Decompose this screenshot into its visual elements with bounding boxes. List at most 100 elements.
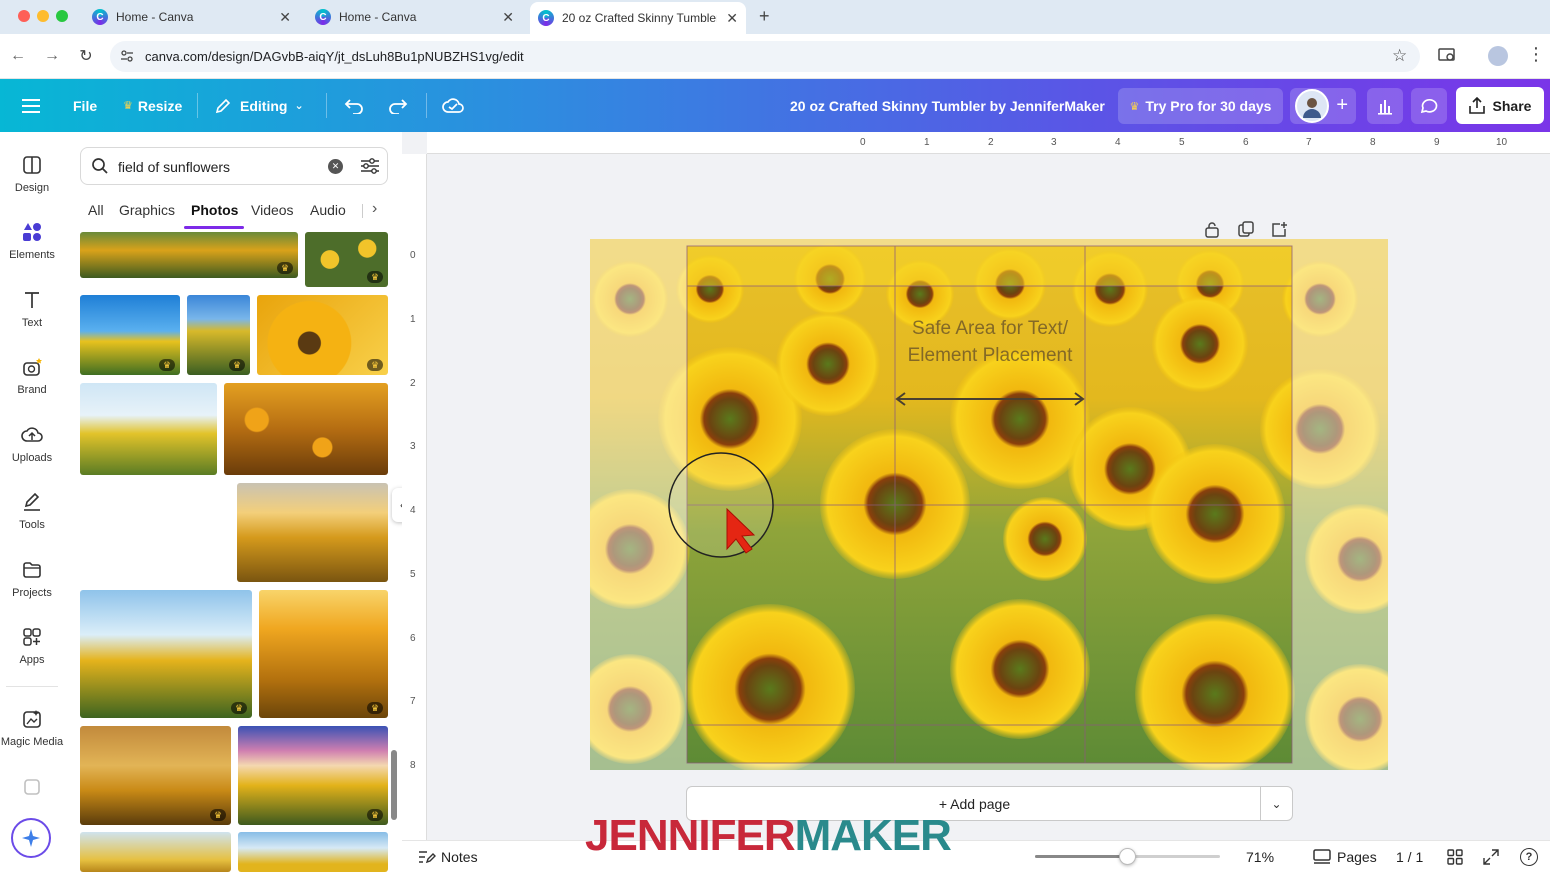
rail-item-label: Uploads	[11, 452, 53, 464]
pencil-icon	[214, 97, 232, 115]
photo-thumbnail[interactable]	[238, 832, 388, 872]
rail-item-label: Apps	[19, 654, 45, 666]
zoom-level[interactable]: 71%	[1246, 849, 1274, 865]
site-info-icon[interactable]	[120, 49, 134, 63]
ruler-tick: 9	[1434, 137, 1440, 148]
tab-all[interactable]: All	[88, 202, 104, 218]
redo-icon[interactable]	[388, 79, 408, 132]
resize-button[interactable]: ♛ Resize	[123, 79, 182, 132]
tab-graphics[interactable]: Graphics	[119, 202, 175, 218]
photo-thumbnail[interactable]: ♛	[80, 295, 180, 375]
close-window-button[interactable]	[18, 10, 30, 22]
try-pro-button[interactable]: ♛ Try Pro for 30 days	[1118, 88, 1283, 124]
browser-menu-icon[interactable]: ⋮	[1527, 44, 1545, 65]
ruler-tick: 1	[410, 314, 416, 325]
zoom-slider-handle[interactable]	[1119, 848, 1136, 865]
browser-tab[interactable]: C Home - Canva ✕	[307, 0, 522, 34]
fullscreen-icon[interactable]	[1483, 849, 1499, 865]
close-tab-icon[interactable]: ✕	[502, 9, 514, 26]
insights-button[interactable]	[1367, 88, 1403, 124]
notes-icon[interactable]	[418, 849, 436, 865]
tab-videos[interactable]: Videos	[251, 202, 294, 218]
rail-item-apps[interactable]: Apps	[0, 626, 64, 666]
pro-crown-icon: ♛	[367, 702, 383, 714]
rail-item-label: Brand	[17, 384, 47, 396]
file-menu-button[interactable]: File	[73, 79, 97, 132]
browser-tab-active[interactable]: C 20 oz Crafted Skinny Tumbler ✕	[530, 2, 746, 34]
photo-thumbnail[interactable]	[80, 383, 217, 475]
rail-item-tools[interactable]: Tools	[0, 491, 64, 531]
grid-view-icon[interactable]	[1447, 849, 1463, 865]
search-box[interactable]: field of sunflowers ✕	[80, 147, 388, 185]
tab-photos[interactable]: Photos	[191, 202, 238, 218]
rail-item-magic-media[interactable]: Magic Media	[0, 708, 64, 748]
cast-icon[interactable]	[1438, 47, 1456, 63]
duplicate-page-icon[interactable]	[1238, 221, 1254, 238]
new-tab-icon[interactable]: +	[759, 6, 770, 27]
editing-mode-button[interactable]: Editing ⌄	[214, 79, 304, 132]
folder-icon	[21, 559, 43, 581]
search-input[interactable]: field of sunflowers	[118, 159, 230, 175]
comments-button[interactable]	[1411, 88, 1447, 124]
rail-item-uploads[interactable]: Uploads	[0, 424, 64, 464]
browser-tab[interactable]: C Home - Canva ✕	[84, 0, 299, 34]
undo-icon[interactable]	[344, 79, 364, 132]
rail-item-elements[interactable]: Elements	[0, 221, 64, 261]
photo-thumbnail[interactable]	[237, 483, 388, 582]
ruler-tick: 3	[1051, 137, 1057, 148]
chevron-right-icon[interactable]: ›	[372, 200, 377, 218]
document-title[interactable]: 20 oz Crafted Skinny Tumbler by Jennifer…	[790, 79, 1105, 132]
upload-cloud-icon	[21, 424, 43, 446]
minimize-window-button[interactable]	[37, 10, 49, 22]
share-button[interactable]: Share	[1456, 87, 1544, 124]
photo-thumbnail[interactable]	[224, 383, 388, 475]
photo-thumbnail[interactable]: ♛	[257, 295, 388, 375]
notes-button[interactable]: Notes	[441, 849, 478, 865]
pro-crown-icon: ♛	[367, 271, 383, 283]
photo-thumbnail[interactable]: ♛	[187, 295, 250, 375]
photo-thumbnail[interactable]: ♛	[259, 590, 388, 718]
photo-thumbnail[interactable]: ♛	[80, 232, 298, 278]
rail-item-brand[interactable]: Brand	[0, 356, 64, 396]
cursor-highlight-ring	[668, 452, 774, 558]
panel-scrollbar[interactable]	[391, 750, 397, 820]
zoom-slider[interactable]	[1035, 848, 1220, 865]
cloud-saved-icon[interactable]	[442, 79, 464, 132]
url-field[interactable]: canva.com/design/DAGvbB-aiqY/jt_dsLuh8Bu…	[110, 41, 1420, 72]
magic-assistant-button[interactable]	[11, 818, 51, 858]
maximize-window-button[interactable]	[56, 10, 68, 22]
faded-app-icon[interactable]	[21, 776, 43, 798]
forward-icon[interactable]: →	[42, 46, 62, 66]
chevron-down-icon[interactable]: ⌄	[1260, 787, 1292, 820]
add-collaborator-icon[interactable]: +	[1336, 94, 1348, 117]
pages-icon[interactable]	[1313, 849, 1331, 865]
close-tab-icon[interactable]: ✕	[726, 10, 738, 27]
photo-thumbnail[interactable]: ♛	[238, 726, 388, 825]
collaborators-group[interactable]: +	[1290, 88, 1356, 124]
back-icon[interactable]: ←	[8, 46, 28, 66]
filter-sliders-icon[interactable]	[360, 157, 380, 175]
user-avatar[interactable]	[1295, 89, 1329, 123]
bookmark-star-icon[interactable]: ☆	[1392, 46, 1407, 66]
reload-icon[interactable]: ↻	[76, 46, 96, 66]
crown-icon: ♛	[1129, 100, 1140, 113]
help-icon[interactable]: ?	[1520, 848, 1538, 866]
hamburger-menu-icon[interactable]	[22, 79, 40, 132]
canva-favicon-icon: C	[538, 10, 554, 26]
photo-thumbnail[interactable]	[80, 832, 231, 872]
photo-thumbnail[interactable]: ♛	[80, 590, 252, 718]
lock-icon[interactable]	[1204, 221, 1220, 238]
rail-item-text[interactable]: Text	[0, 289, 64, 329]
ruler-tick: 7	[1306, 137, 1312, 148]
close-tab-icon[interactable]: ✕	[279, 9, 291, 26]
photo-thumbnail[interactable]: ♛	[80, 726, 231, 825]
add-page-icon[interactable]	[1271, 221, 1287, 238]
pages-button[interactable]: Pages	[1337, 849, 1377, 865]
tab-audio[interactable]: Audio	[310, 202, 346, 218]
ruler-tick: 0	[410, 250, 416, 261]
clear-search-icon[interactable]: ✕	[328, 159, 343, 174]
rail-item-projects[interactable]: Projects	[0, 559, 64, 599]
photo-thumbnail[interactable]: ♛	[305, 232, 388, 287]
rail-item-design[interactable]: Design	[0, 154, 64, 194]
profile-avatar[interactable]	[1488, 46, 1508, 66]
